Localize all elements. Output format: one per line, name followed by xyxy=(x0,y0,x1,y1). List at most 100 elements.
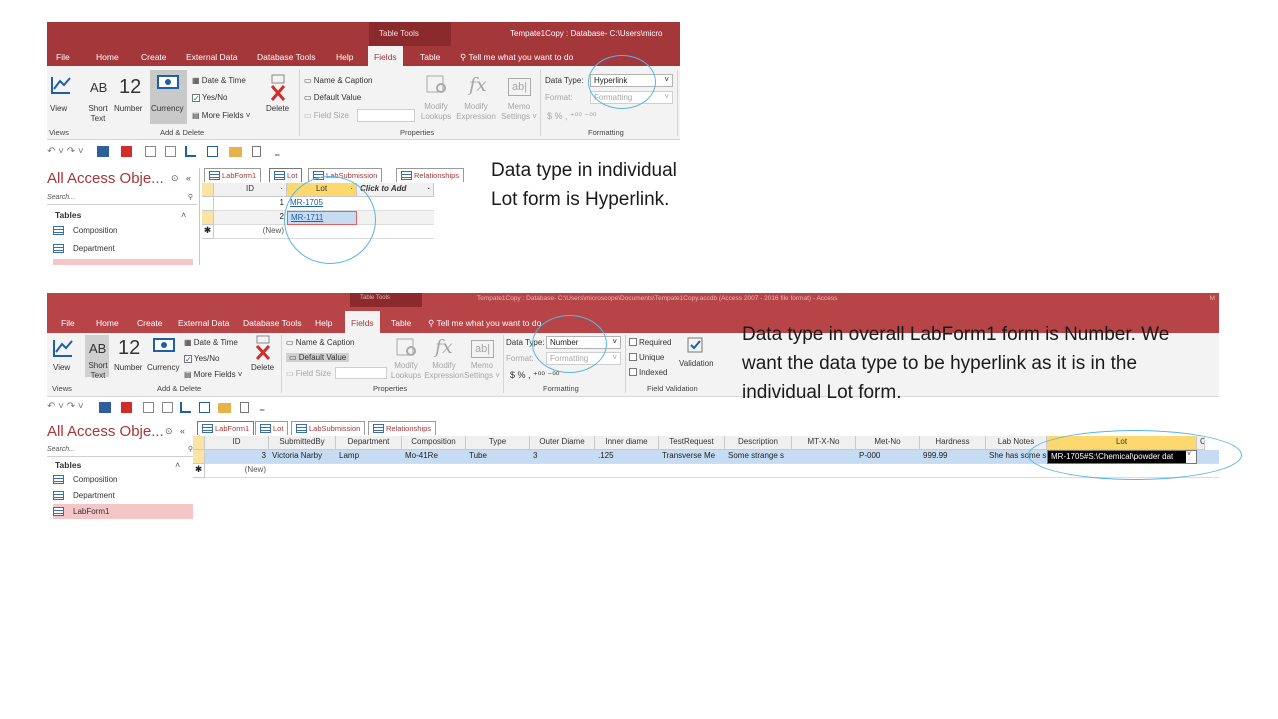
tab-external-data[interactable]: External Data xyxy=(186,52,238,62)
nav-pane-title[interactable]: All Access Obje... xyxy=(47,170,164,187)
report-icon[interactable] xyxy=(165,146,176,157)
name-caption-button[interactable]: ▭ Name & Caption xyxy=(304,76,372,85)
yes-no-button[interactable]: Yes/No xyxy=(184,354,220,363)
tables-group-header[interactable]: Tables xyxy=(55,210,81,220)
tables-group-header[interactable]: Tables xyxy=(55,460,81,470)
number-button[interactable]: Number xyxy=(114,104,142,113)
cell-testrequest[interactable]: Transverse Me xyxy=(659,450,725,464)
number-format-buttons[interactable]: $ % , ⁺⁰⁰ ⁻⁰⁰ xyxy=(547,111,596,122)
cell-department[interactable]: Lamp xyxy=(336,450,402,464)
cell-new[interactable]: (New) xyxy=(214,225,287,236)
cell-hardness[interactable]: 999.99 xyxy=(920,450,986,464)
tab-create[interactable]: Create xyxy=(137,318,163,328)
chart-icon[interactable] xyxy=(185,146,196,157)
modify-expression-button[interactable]: Modify Expression xyxy=(421,361,467,381)
column-header-description[interactable]: Description xyxy=(725,436,792,450)
yes-no-button[interactable]: Yes/No xyxy=(192,93,228,102)
cell-composition[interactable]: Mo-41Re xyxy=(402,450,466,464)
column-header-id[interactable]: ID · xyxy=(214,183,287,197)
tab-home[interactable]: Home xyxy=(96,318,119,328)
column-header-inner-diame[interactable]: Inner diame xyxy=(595,436,659,450)
column-header-department[interactable]: Department xyxy=(336,436,402,450)
customize-qat-icon[interactable]: ‗ xyxy=(275,147,279,156)
chevron-up-icon[interactable]: ˄ xyxy=(181,210,186,220)
modify-lookups-button[interactable]: Modify Lookups xyxy=(389,361,423,381)
modify-lookups-button[interactable]: Modify Lookups xyxy=(419,102,453,122)
chevron-up-icon[interactable]: ˄ xyxy=(175,460,180,470)
cell-new[interactable]: (New) xyxy=(205,464,269,475)
select-all-box[interactable] xyxy=(202,183,214,197)
column-header-outer-diame[interactable]: Outer Diame xyxy=(530,436,595,450)
column-header-click-to-add[interactable]: Click to Add · xyxy=(357,183,434,197)
column-header-id[interactable]: ID xyxy=(205,436,269,450)
collapse-pane-icon[interactable]: « xyxy=(180,426,185,436)
column-header-mt-x-no[interactable]: MT-X-No xyxy=(792,436,856,450)
cell-mt-x-no[interactable] xyxy=(792,450,856,464)
validation-button[interactable]: Validation xyxy=(679,359,714,368)
undo-redo-buttons[interactable]: ↶ ˅ ↷ ˅ xyxy=(47,146,84,157)
undo-redo-buttons[interactable]: ↶ ˅ ↷ ˅ xyxy=(47,401,84,412)
document-icon[interactable] xyxy=(199,402,210,413)
doc-tab-labsubmission[interactable]: LabSubmission xyxy=(291,421,366,435)
tab-fields[interactable]: Fields xyxy=(368,46,403,66)
tab-table[interactable]: Table xyxy=(420,52,440,62)
new-file-icon[interactable] xyxy=(240,402,249,413)
tab-home[interactable]: Home xyxy=(96,52,119,62)
cell-met-no[interactable]: P-000 xyxy=(856,450,920,464)
nav-search-input[interactable]: Search... ⚲ xyxy=(47,194,197,205)
unique-checkbox[interactable]: Unique xyxy=(629,353,664,362)
cell-outer-diame[interactable]: 3 xyxy=(530,450,595,464)
doc-tab-relationships[interactable]: Relationships xyxy=(396,168,465,182)
close-icon[interactable] xyxy=(121,402,132,413)
column-header-composition[interactable]: Composition xyxy=(402,436,466,450)
tab-create[interactable]: Create xyxy=(141,52,167,62)
select-all-box[interactable] xyxy=(193,436,205,450)
nav-search-input[interactable]: Search... ⚲ xyxy=(47,446,197,457)
new-file-icon[interactable] xyxy=(252,146,261,157)
tab-file[interactable]: File xyxy=(61,318,75,328)
nav-item-department[interactable]: Department xyxy=(53,488,193,503)
delete-button[interactable]: Delete xyxy=(251,363,274,372)
column-header-testrequest[interactable]: TestRequest xyxy=(659,436,725,450)
tab-fields[interactable]: Fields xyxy=(345,311,380,333)
document-icon[interactable] xyxy=(207,146,218,157)
nav-item-labform1[interactable]: LabForm1 xyxy=(53,504,193,519)
tab-database-tools[interactable]: Database Tools xyxy=(257,52,315,62)
chevron-down-circle-icon[interactable]: ⊙ xyxy=(171,173,179,184)
row-selector[interactable] xyxy=(202,197,214,211)
currency-button[interactable]: Currency xyxy=(147,363,179,372)
nav-item-department[interactable]: Department xyxy=(53,241,193,256)
cell-id[interactable]: 2 xyxy=(214,211,287,222)
doc-tab-labform1[interactable]: LabForm1 xyxy=(204,168,262,182)
tell-me-search[interactable]: ⚲ Tell me what you want to do xyxy=(460,52,573,63)
column-header-hardness[interactable]: Hardness xyxy=(920,436,986,450)
memo-settings-button[interactable]: Memo Settings ˅ xyxy=(463,361,501,381)
more-fields-button[interactable]: ▤ More Fields ˅ xyxy=(192,111,250,120)
folder-icon[interactable] xyxy=(229,147,242,157)
field-size-input[interactable] xyxy=(357,109,415,122)
required-checkbox[interactable]: Required xyxy=(629,338,671,347)
doc-tab-lot[interactable]: Lot xyxy=(269,168,303,182)
close-icon[interactable] xyxy=(121,146,132,157)
nav-pane-title[interactable]: All Access Obje... xyxy=(47,423,164,440)
date-time-button[interactable]: ▦ Date & Time xyxy=(192,76,246,85)
tab-external-data[interactable]: External Data xyxy=(178,318,230,328)
number-button[interactable]: Number xyxy=(114,363,142,372)
cell-id[interactable]: 1 xyxy=(214,197,287,208)
delete-button[interactable]: Delete xyxy=(266,104,289,113)
customize-qat-icon[interactable]: ‗ xyxy=(260,402,264,411)
tab-file[interactable]: File xyxy=(56,52,70,62)
sort-dropdown-icon[interactable]: · xyxy=(280,184,283,193)
default-value-button[interactable]: ▭ Default Value xyxy=(286,353,350,362)
cell-type[interactable]: Tube xyxy=(466,450,530,464)
nav-item-composition[interactable]: Composition xyxy=(53,472,193,487)
chart-icon[interactable] xyxy=(180,402,191,413)
modify-expression-button[interactable]: Modify Expression xyxy=(453,102,499,122)
datasheet-view-icon[interactable] xyxy=(97,146,109,157)
column-header-met-no[interactable]: Met-No xyxy=(856,436,920,450)
nav-item-selected-partial[interactable] xyxy=(53,259,193,265)
more-fields-button[interactable]: ▤ More Fields ˅ xyxy=(184,370,242,379)
doc-tab-relationships[interactable]: Relationships xyxy=(368,421,437,435)
view-button[interactable]: View xyxy=(53,363,70,372)
view-button[interactable]: View xyxy=(50,104,67,113)
